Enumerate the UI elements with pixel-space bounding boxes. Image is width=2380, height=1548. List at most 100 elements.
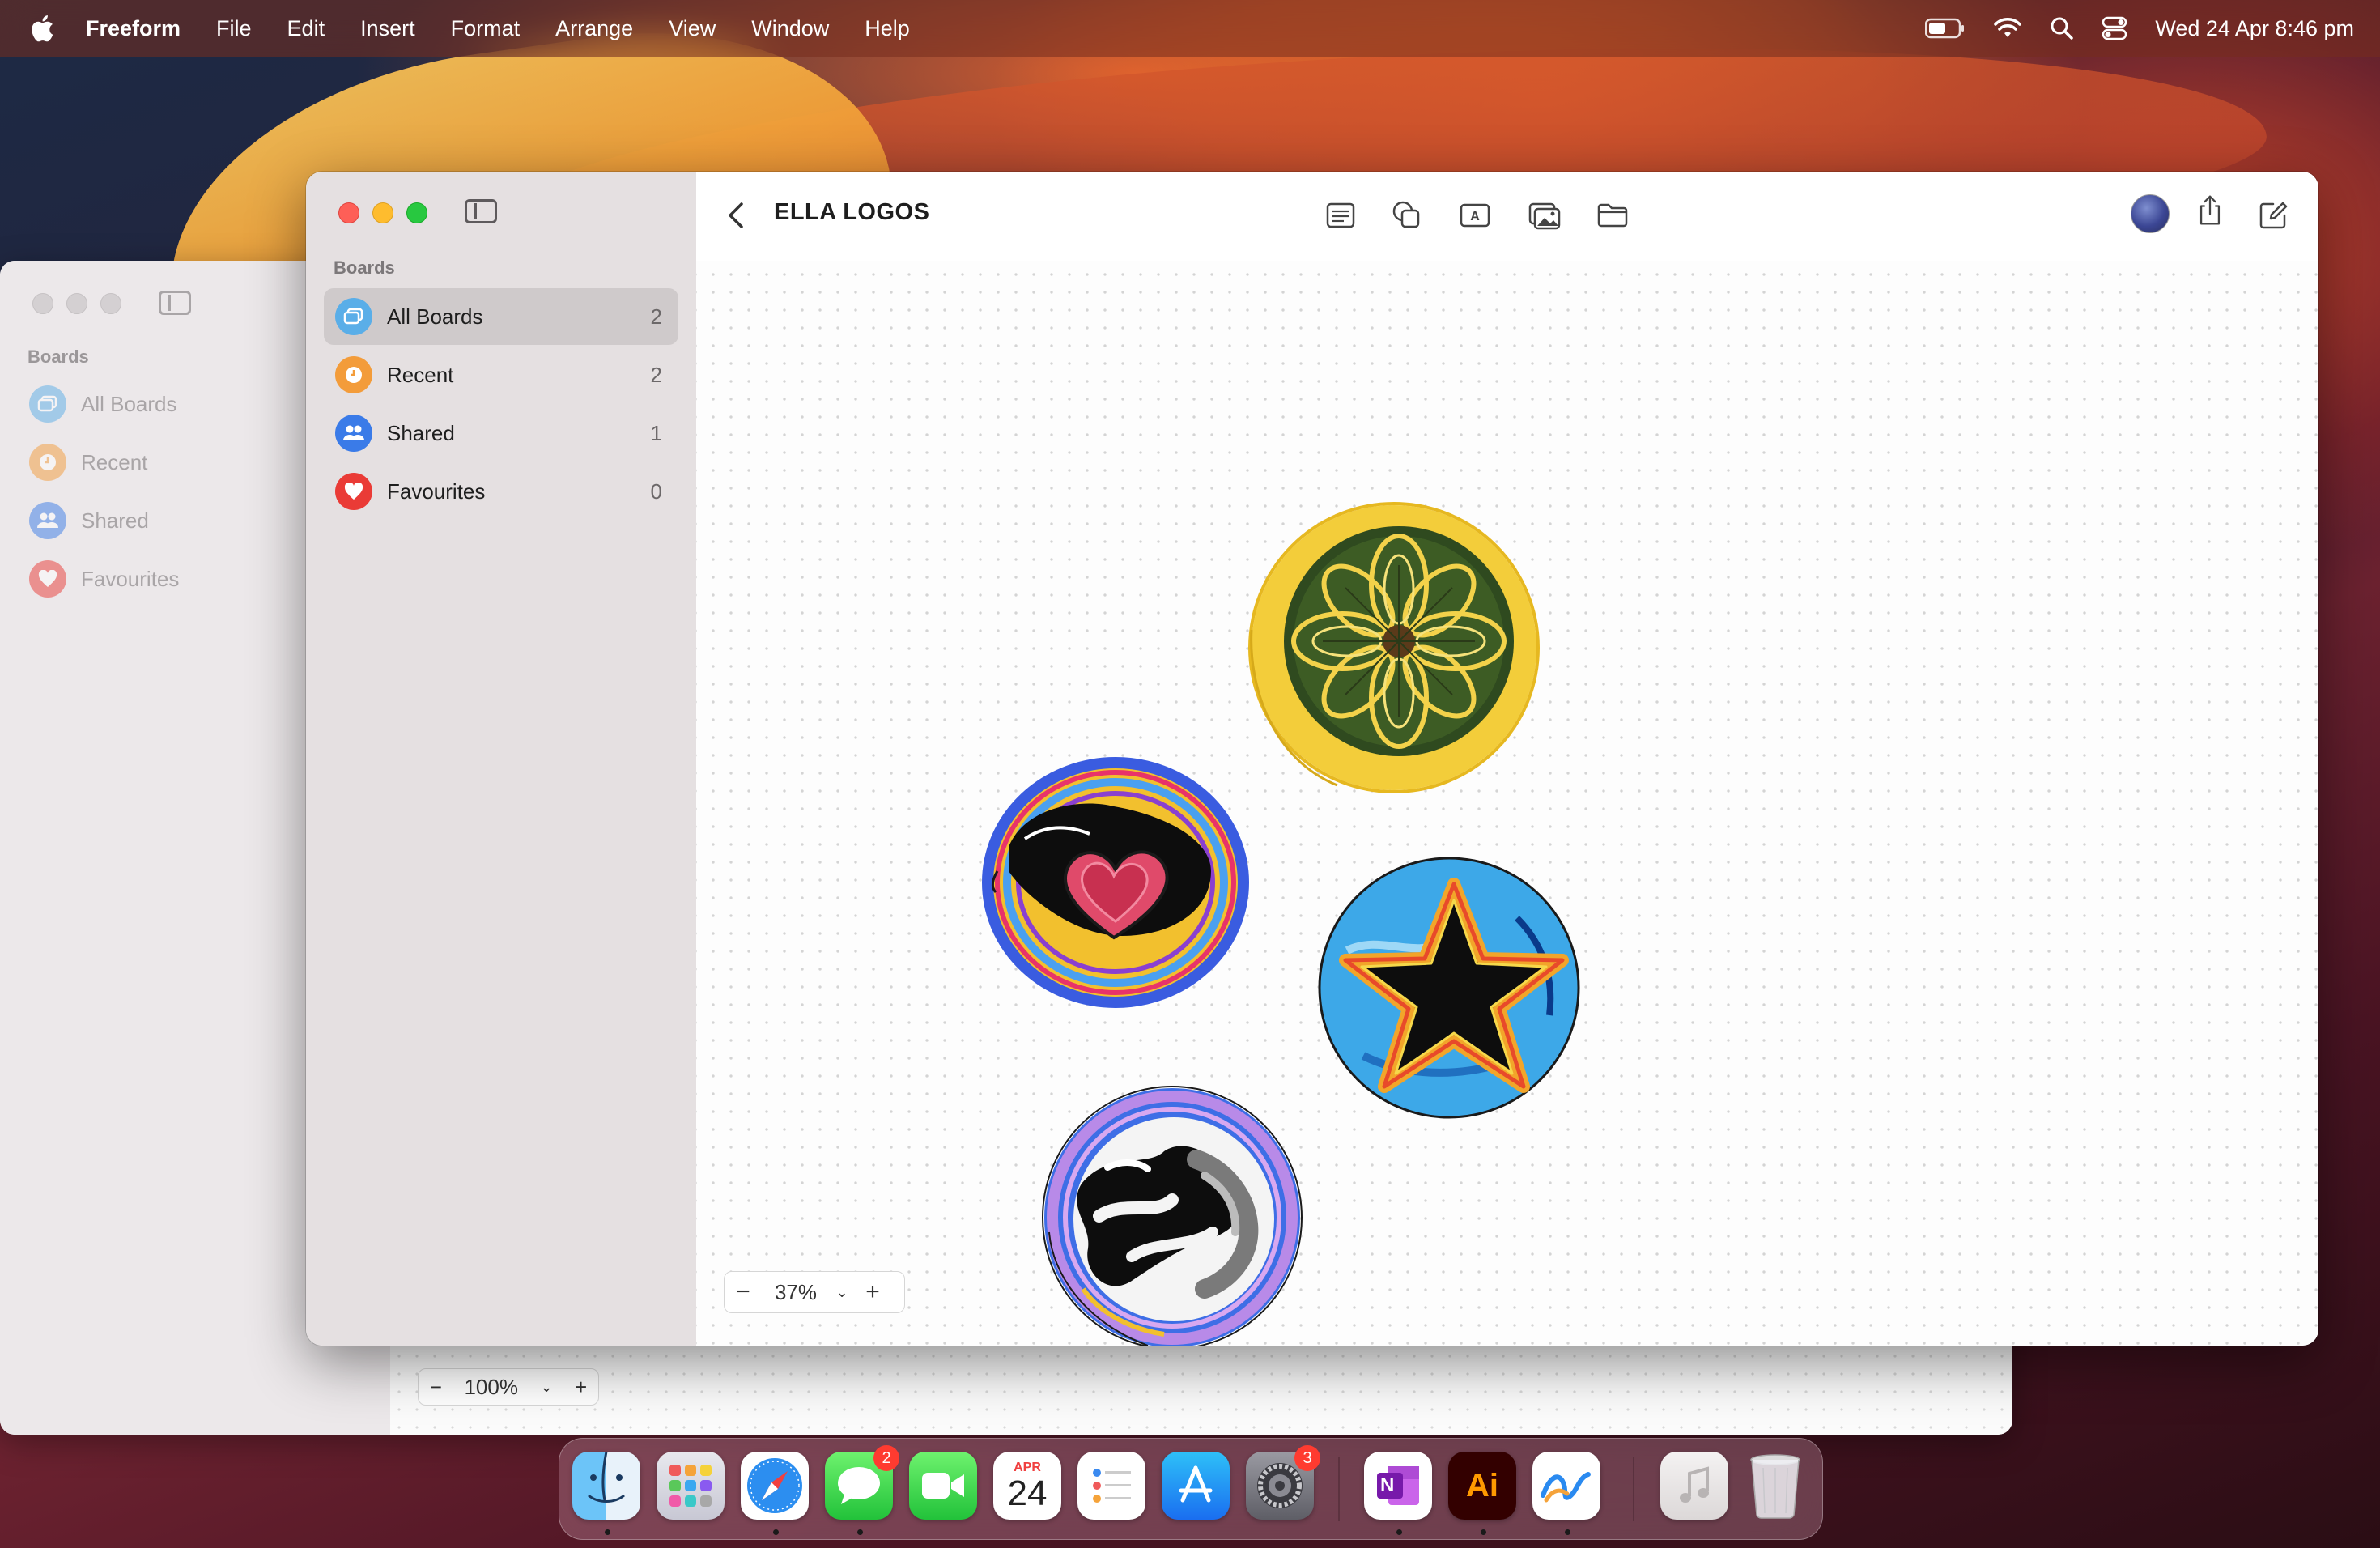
people-icon — [335, 415, 372, 452]
freeform-window[interactable]: Boards All Boards 2 Recent 2 Shared 1 Fa… — [306, 172, 2318, 1346]
heart-logo[interactable] — [976, 750, 1252, 1017]
menu-bar: Freeform File Edit Insert Format Arrange… — [0, 0, 2380, 57]
zoom-button[interactable] — [100, 293, 121, 314]
sidebar-item-label: Shared — [387, 420, 455, 445]
sidebar-item-label: Favourites — [387, 478, 486, 504]
folder-icon[interactable] — [1596, 199, 1629, 232]
launchpad-icon[interactable] — [657, 1452, 725, 1520]
zoom-level[interactable]: 37% — [762, 1280, 830, 1305]
sidebar-heading: Boards — [28, 347, 89, 367]
menu-arrange[interactable]: Arrange — [555, 16, 633, 41]
illustrator-icon[interactable]: Ai — [1448, 1452, 1516, 1520]
minimize-button[interactable] — [66, 293, 87, 314]
close-button[interactable] — [32, 293, 53, 314]
close-button[interactable] — [338, 202, 359, 223]
running-indicator — [857, 1529, 863, 1535]
zoom-level[interactable]: 100% — [464, 1375, 518, 1400]
clock-icon — [29, 444, 66, 481]
menu-file[interactable]: File — [216, 16, 252, 41]
zoom-control[interactable]: − 37% ⌄ + — [724, 1271, 905, 1313]
chevron-down-icon[interactable]: ⌄ — [830, 1284, 854, 1301]
all-boards-icon — [29, 385, 66, 423]
sidebar-item-favourites[interactable]: Favourites — [29, 560, 179, 598]
finder-icon[interactable] — [572, 1452, 640, 1520]
sidebar-toggle-icon[interactable] — [159, 291, 191, 315]
menu-window[interactable]: Window — [751, 16, 829, 41]
sidebar-item-count: 2 — [650, 304, 662, 329]
onenote-letter: N — [1380, 1474, 1395, 1496]
sidebar-item-label: Recent — [81, 449, 148, 474]
sidebar-toggle-icon[interactable] — [465, 199, 497, 223]
menu-view[interactable]: View — [669, 16, 716, 41]
board-canvas[interactable] — [696, 261, 2318, 1346]
wifi-icon[interactable] — [1993, 17, 2022, 40]
sidebar-item-label: Recent — [387, 362, 454, 387]
people-icon — [29, 502, 66, 539]
menu-format[interactable]: Format — [451, 16, 521, 41]
star-logo[interactable] — [1315, 853, 1582, 1129]
all-boards-icon — [335, 298, 372, 335]
sidebar-item-all-boards[interactable]: All Boards — [29, 385, 177, 423]
dock-separator — [1338, 1457, 1340, 1521]
freeform-icon[interactable] — [1532, 1452, 1600, 1520]
trash-icon[interactable] — [1741, 1452, 1809, 1520]
background-window-controls[interactable] — [32, 293, 121, 314]
board-title: ELLA LOGOS — [774, 199, 930, 225]
new-board-icon[interactable] — [2257, 199, 2289, 232]
share-icon[interactable] — [2194, 194, 2226, 227]
notification-badge: 2 — [873, 1445, 899, 1471]
dock-separator — [1633, 1457, 1634, 1521]
zoom-in-button[interactable]: + — [854, 1278, 891, 1306]
zoom-button[interactable] — [406, 202, 427, 223]
music-icon[interactable] — [1660, 1452, 1728, 1520]
zoom-out-button[interactable]: − — [430, 1375, 442, 1400]
cloud-logo[interactable] — [1035, 1078, 1310, 1346]
chevron-down-icon[interactable]: ⌄ — [540, 1379, 552, 1396]
notification-badge: 3 — [1294, 1445, 1320, 1471]
text-box-icon[interactable]: A — [1459, 199, 1491, 232]
reminders-icon[interactable] — [1077, 1452, 1145, 1520]
battery-icon[interactable] — [1925, 18, 1966, 39]
back-chevron-icon[interactable] — [725, 201, 748, 230]
shapes-icon[interactable] — [1391, 199, 1423, 232]
running-indicator — [1481, 1529, 1486, 1535]
background-zoom-control[interactable]: − 100% ⌄ + — [418, 1368, 599, 1406]
search-icon[interactable] — [2050, 16, 2074, 40]
sidebar-item-count: 1 — [650, 420, 662, 445]
sidebar: Boards All Boards 2 Recent 2 Shared 1 Fa… — [306, 172, 697, 1346]
calendar-icon[interactable]: APR 24 — [993, 1452, 1061, 1520]
running-indicator — [605, 1529, 610, 1535]
zoom-out-button[interactable]: − — [725, 1278, 762, 1306]
system-settings-icon[interactable]: 3 — [1246, 1445, 1320, 1520]
sidebar-item-all-boards[interactable]: All Boards 2 — [324, 288, 678, 345]
yellow-flower-logo[interactable] — [1240, 500, 1548, 808]
minimize-button[interactable] — [372, 202, 393, 223]
sidebar-item-count: 0 — [650, 478, 662, 504]
sidebar-item-shared[interactable]: Shared 1 — [324, 405, 678, 461]
menu-app-name[interactable]: Freeform — [86, 16, 181, 41]
sidebar-item-shared[interactable]: Shared — [29, 502, 149, 539]
heart-icon — [29, 560, 66, 598]
zoom-in-button[interactable]: + — [575, 1375, 587, 1400]
sidebar-item-recent[interactable]: Recent — [29, 444, 147, 481]
safari-icon[interactable] — [741, 1452, 809, 1520]
sidebar-item-favourites[interactable]: Favourites 0 — [324, 463, 678, 520]
control-center-icon[interactable] — [2102, 16, 2127, 40]
onenote-icon[interactable]: N — [1364, 1452, 1432, 1520]
heart-icon — [335, 473, 372, 510]
apple-menu-icon[interactable] — [28, 13, 55, 44]
menu-insert[interactable]: Insert — [360, 16, 415, 41]
messages-icon[interactable]: 2 — [825, 1445, 899, 1520]
collaborator-avatar[interactable] — [2131, 194, 2170, 233]
sidebar-item-recent[interactable]: Recent 2 — [324, 347, 678, 403]
media-icon[interactable] — [1528, 199, 1561, 232]
menu-help[interactable]: Help — [865, 16, 910, 41]
sidebar-item-count: 2 — [650, 362, 662, 387]
menu-edit[interactable]: Edit — [287, 16, 325, 41]
running-indicator — [1396, 1529, 1402, 1535]
facetime-icon[interactable] — [909, 1452, 977, 1520]
menu-bar-clock[interactable]: Wed 24 Apr 8:46 pm — [2155, 16, 2354, 41]
app-store-icon[interactable] — [1162, 1452, 1230, 1520]
running-indicator — [773, 1529, 779, 1535]
sticky-note-icon[interactable] — [1324, 199, 1357, 232]
